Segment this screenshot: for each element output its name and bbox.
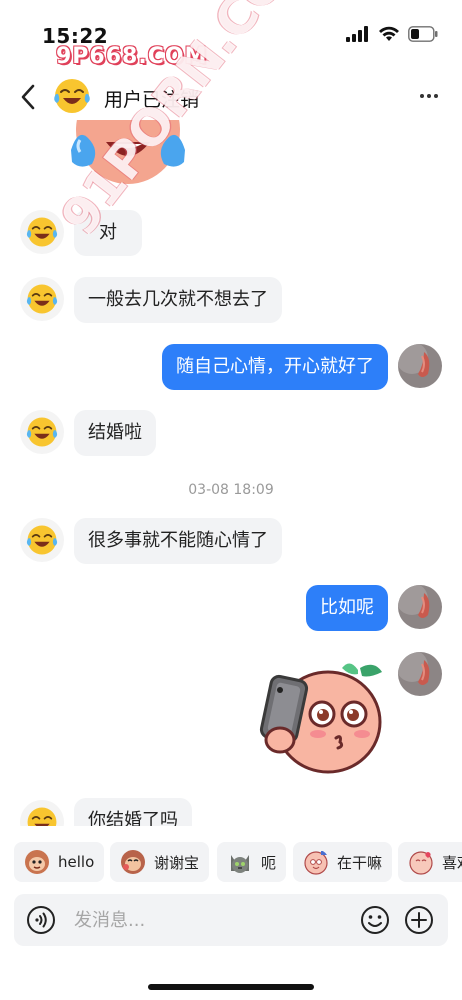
laughing-emoji-icon bbox=[26, 217, 58, 247]
user-avatar[interactable] bbox=[398, 652, 442, 696]
status-bar: 15:22 bbox=[0, 0, 462, 50]
sticker-message[interactable] bbox=[258, 660, 384, 778]
signal-icon bbox=[346, 26, 368, 42]
header-avatar[interactable] bbox=[52, 76, 92, 116]
home-indicator[interactable] bbox=[148, 984, 314, 990]
emoji-button[interactable] bbox=[360, 905, 390, 935]
message-clip: 你结婚了吗 bbox=[0, 796, 462, 826]
laughing-emoji-icon bbox=[26, 417, 58, 447]
laughing-emoji-icon bbox=[54, 79, 90, 113]
status-icons bbox=[346, 26, 438, 42]
quick-reply-label: 呃 bbox=[261, 853, 277, 872]
message-bubble-received[interactable]: 很多事就不能随心情了 bbox=[74, 518, 282, 564]
quick-reply-label: 喜欢 bbox=[442, 853, 462, 872]
contact-avatar[interactable] bbox=[20, 410, 64, 454]
laughing-emoji-icon bbox=[26, 525, 58, 555]
contact-avatar[interactable] bbox=[20, 518, 64, 562]
quick-reply-chip[interactable]: hello bbox=[14, 842, 105, 882]
user-photo-icon bbox=[398, 344, 442, 388]
contact-avatar[interactable] bbox=[20, 277, 64, 321]
chevron-left-icon bbox=[21, 84, 35, 110]
user-avatar[interactable] bbox=[398, 585, 442, 629]
message-bubble-received[interactable]: 结婚啦 bbox=[74, 410, 156, 456]
user-photo-icon bbox=[398, 652, 442, 696]
message-bubble-sent[interactable]: 随自己心情，开心就好了 bbox=[162, 344, 388, 390]
quick-reply-chip[interactable]: 在干嘛 bbox=[293, 842, 393, 882]
message-input-bar bbox=[14, 894, 448, 946]
voice-button[interactable] bbox=[26, 905, 56, 935]
peach-phone-sticker-icon bbox=[259, 663, 382, 774]
plus-button[interactable] bbox=[404, 905, 434, 935]
cat-face-icon bbox=[231, 855, 249, 873]
laughing-emoji-icon bbox=[26, 284, 58, 314]
voice-icon bbox=[27, 906, 55, 934]
chat-header: 用户已注销 bbox=[0, 74, 462, 120]
plus-circle-icon bbox=[405, 906, 433, 934]
more-dots-icon bbox=[420, 94, 424, 98]
quick-reply-chip[interactable]: 喜欢 bbox=[398, 842, 462, 882]
heart-face-icon bbox=[409, 851, 433, 875]
message-bubble-received[interactable]: 你结婚了吗 bbox=[74, 798, 192, 826]
more-button[interactable] bbox=[416, 84, 442, 108]
message-bubble-received[interactable]: 一般去几次就不想去了 bbox=[74, 277, 282, 323]
user-avatar[interactable] bbox=[398, 344, 442, 388]
peach-face-icon bbox=[304, 851, 328, 875]
back-button[interactable] bbox=[14, 82, 42, 112]
quick-reply-row: hello 谢谢宝 呃 在干嘛 喜 bbox=[14, 842, 462, 882]
quick-reply-label: hello bbox=[58, 853, 95, 871]
message-input[interactable] bbox=[74, 894, 354, 946]
header-title: 用户已注销 bbox=[104, 89, 200, 111]
monkey-face-icon bbox=[25, 850, 49, 874]
message-bubble-sent[interactable]: 比如呢 bbox=[306, 585, 388, 631]
wifi-icon bbox=[379, 26, 399, 41]
quick-reply-label: 在干嘛 bbox=[337, 853, 383, 872]
sticker-message-partial[interactable] bbox=[66, 120, 190, 186]
quick-reply-chip[interactable]: 谢谢宝 bbox=[110, 842, 210, 882]
message-timestamp: 03-08 18:09 bbox=[188, 482, 274, 498]
contact-avatar[interactable] bbox=[20, 800, 64, 826]
message-bubble-received[interactable]: 对 bbox=[74, 210, 142, 256]
contact-avatar[interactable] bbox=[20, 210, 64, 254]
laughing-emoji-icon bbox=[27, 807, 57, 826]
battery-icon bbox=[408, 26, 438, 42]
watermark-top: 9P668.COM bbox=[56, 44, 208, 69]
smiley-icon bbox=[361, 906, 389, 934]
quick-reply-chip[interactable]: 呃 bbox=[217, 842, 287, 882]
monkey-thanks-icon bbox=[121, 850, 145, 874]
user-photo-icon bbox=[398, 585, 442, 629]
quick-reply-label: 谢谢宝 bbox=[154, 853, 200, 872]
crying-peach-sticker-icon bbox=[71, 120, 185, 184]
